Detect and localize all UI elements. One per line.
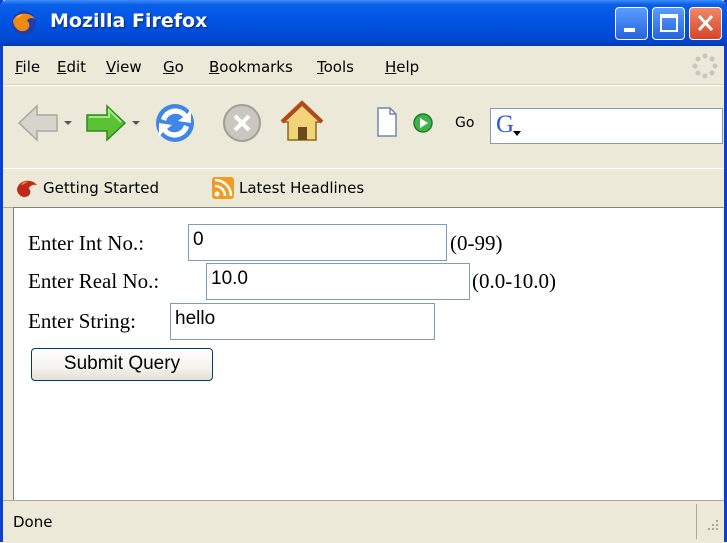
back-dropdown-icon[interactable] — [63, 118, 73, 128]
menu-view[interactable]: View — [106, 58, 142, 76]
status-bar: Done — [3, 500, 724, 543]
throbber-icon — [692, 53, 718, 79]
status-divider — [696, 504, 697, 539]
search-engine-icon[interactable]: G — [496, 111, 514, 139]
forward-dropdown-icon[interactable] — [131, 118, 141, 128]
back-arrow-icon[interactable] — [15, 100, 61, 146]
status-text: Done — [13, 513, 53, 531]
menu-go[interactable]: Go — [163, 58, 184, 76]
menu-file[interactable]: File — [15, 58, 40, 76]
bookmark-latest-headlines[interactable]: Latest Headlines — [239, 179, 364, 197]
go-icon[interactable] — [412, 112, 434, 134]
resize-grip-icon[interactable] — [703, 516, 721, 534]
home-icon[interactable] — [278, 98, 326, 146]
menu-tools[interactable]: Tools — [317, 58, 354, 76]
forward-arrow-icon[interactable] — [83, 100, 129, 146]
real-range-label: (0.0-10.0) — [472, 269, 556, 293]
search-input[interactable]: G — [490, 108, 723, 144]
int-range-label: (0-99) — [450, 231, 503, 255]
page-content: Enter Int No.: 0 (0-99) Enter Real No.: … — [13, 207, 723, 501]
firefox-icon — [12, 11, 36, 35]
firefox-icon — [17, 180, 37, 197]
close-button[interactable] — [689, 7, 722, 40]
stop-icon[interactable] — [220, 101, 264, 145]
maximize-icon — [660, 14, 678, 32]
submit-button[interactable]: Submit Query — [31, 348, 213, 381]
menu-bar: File Edit View Go Bookmarks Tools Help — [3, 46, 724, 85]
reload-icon[interactable] — [151, 99, 199, 147]
search-dropdown-icon[interactable] — [513, 129, 521, 137]
bookmarks-toolbar: Getting Started Latest Headlines — [3, 168, 724, 208]
minimize-button[interactable] — [615, 7, 648, 40]
real-input[interactable]: 10.0 — [206, 263, 470, 300]
browser-window: Mozilla Firefox File Edit View Go Bookma… — [0, 0, 727, 543]
maximize-button[interactable] — [652, 7, 685, 40]
real-label: Enter Real No.: — [28, 269, 160, 293]
menu-help[interactable]: Help — [385, 58, 419, 76]
close-icon — [697, 14, 714, 32]
int-input[interactable]: 0 — [188, 224, 447, 261]
string-input[interactable]: hello — [170, 303, 435, 340]
window-title: Mozilla Firefox — [50, 10, 208, 32]
menu-edit[interactable]: Edit — [57, 58, 86, 76]
rss-feed-icon — [212, 177, 234, 199]
menu-bookmarks[interactable]: Bookmarks — [209, 58, 293, 76]
page-icon — [377, 107, 397, 137]
minimize-icon — [624, 28, 635, 32]
bookmark-getting-started[interactable]: Getting Started — [43, 179, 159, 197]
title-bar[interactable]: Mozilla Firefox — [0, 0, 727, 46]
string-label: Enter String: — [28, 309, 136, 333]
int-label: Enter Int No.: — [28, 231, 145, 255]
go-label[interactable]: Go — [455, 115, 474, 131]
